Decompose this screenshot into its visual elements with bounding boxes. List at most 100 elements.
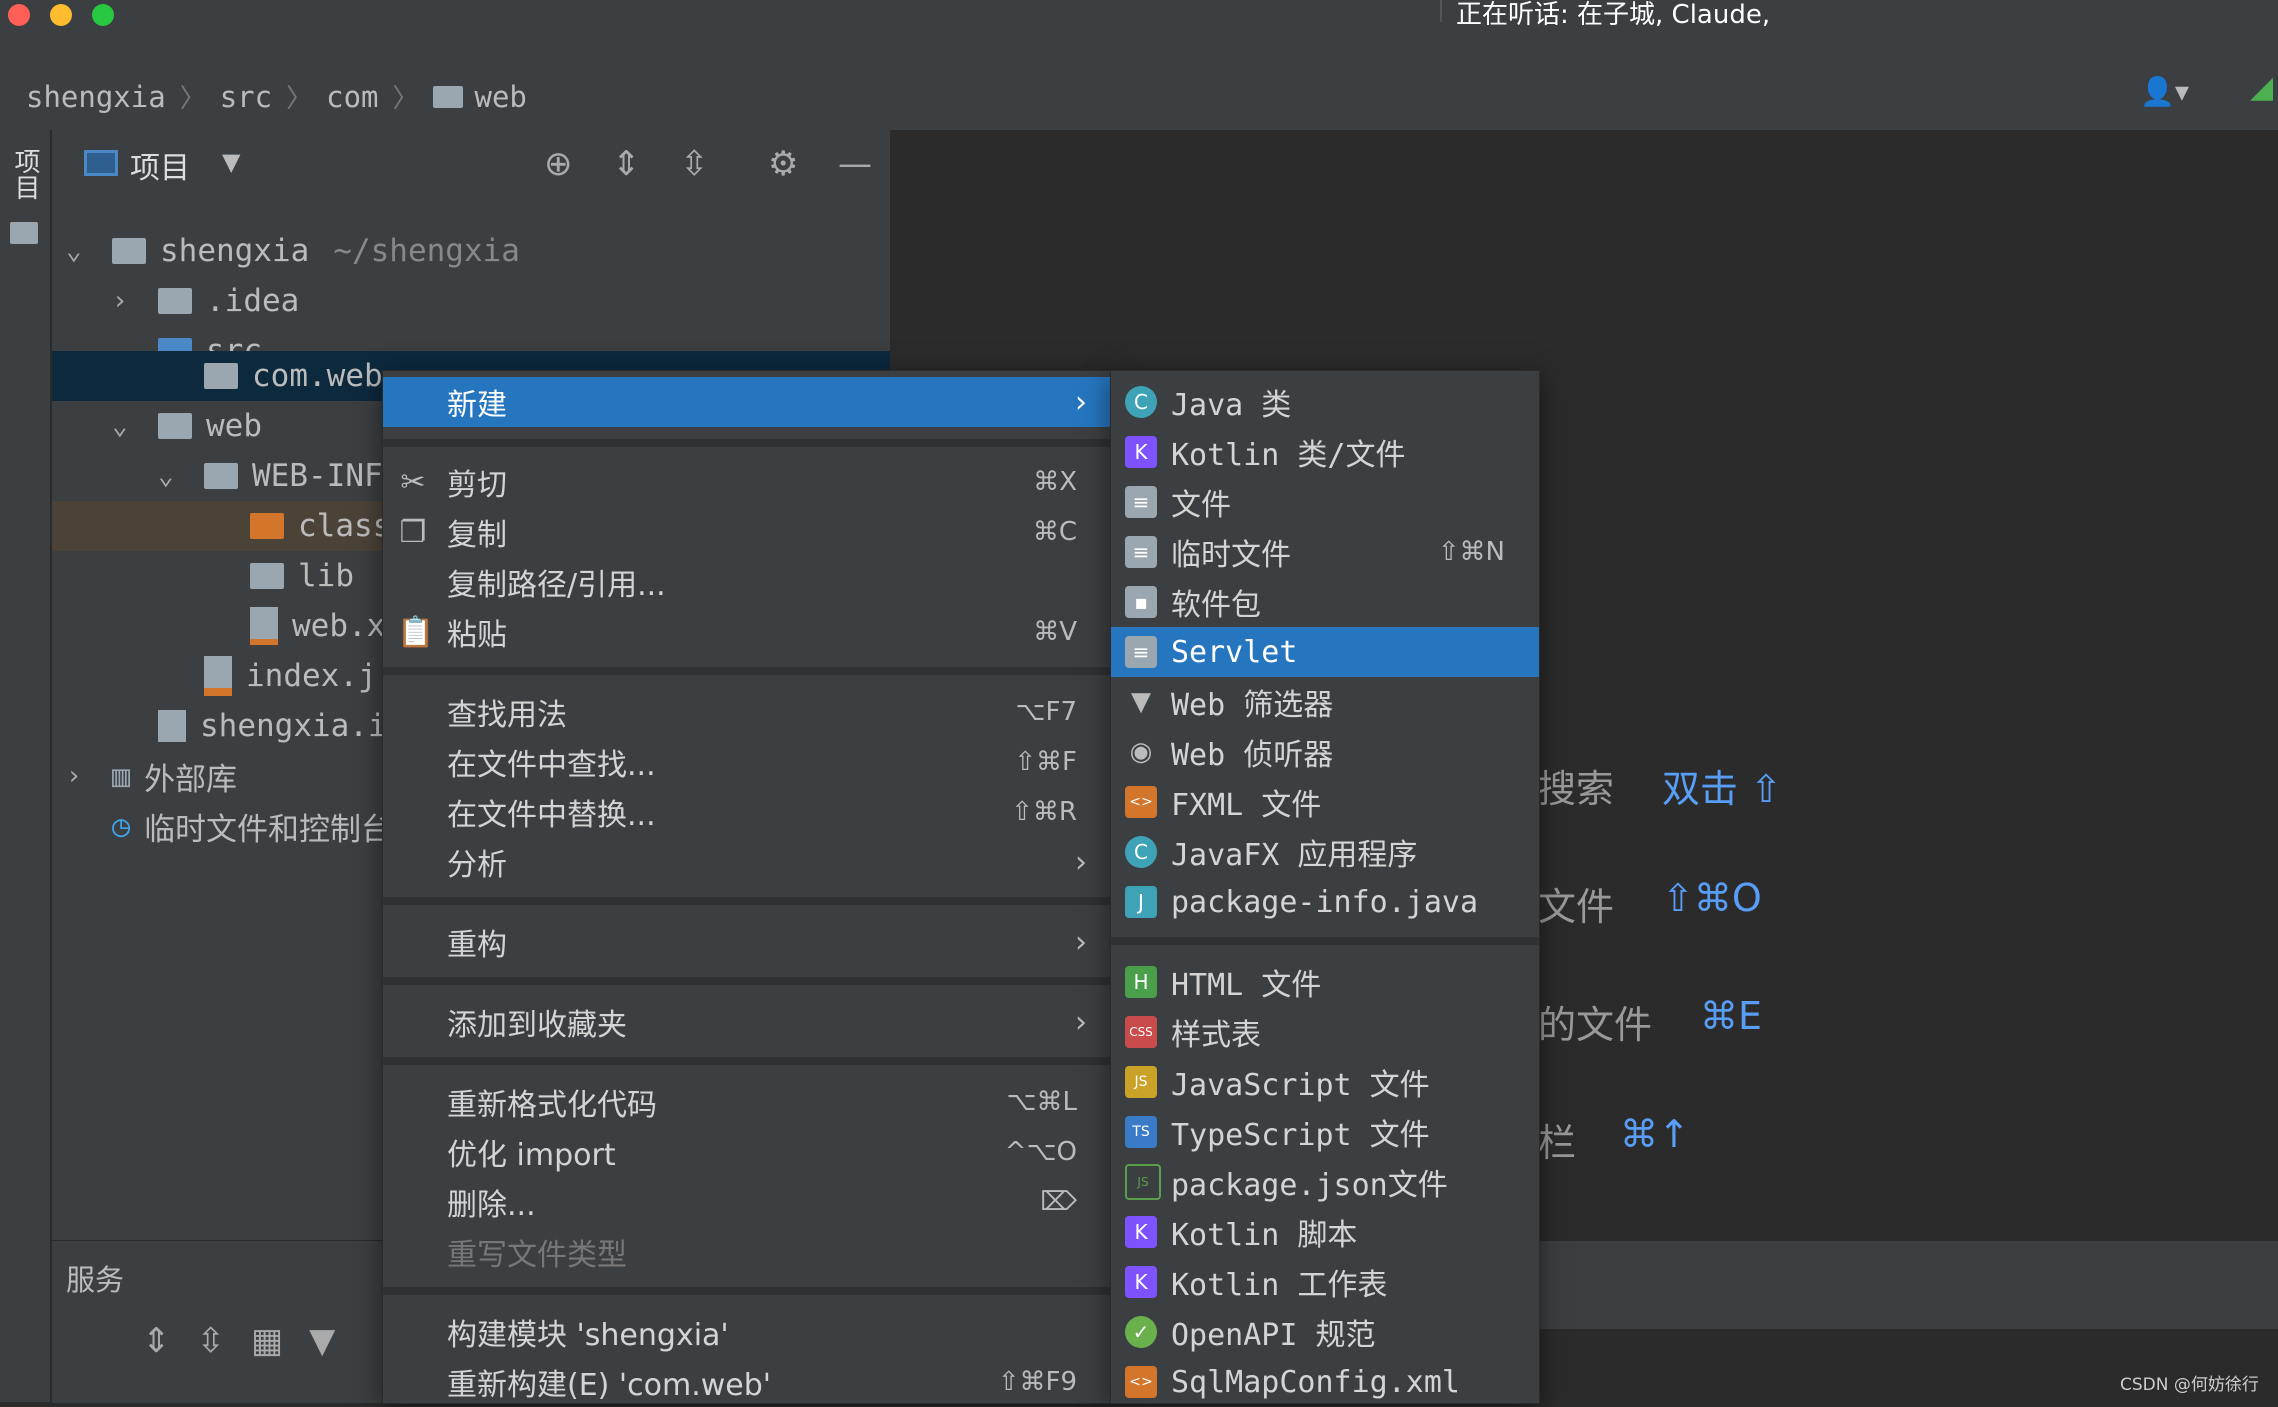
filter-icon: ▼	[1131, 687, 1151, 717]
module-folder-icon	[112, 238, 146, 264]
menu-item-reformat-code[interactable]: 重新格式化代码 ⌥⌘L	[383, 1077, 1111, 1127]
chevron-down-icon[interactable]: ▼	[222, 148, 240, 176]
js-file-icon: JS	[1125, 1066, 1157, 1098]
gear-icon[interactable]: ⚙	[768, 144, 798, 184]
hint-shortcut: 双击 ⇧	[1662, 767, 1782, 811]
tree-item-label: shengxia	[160, 233, 310, 269]
breadcrumb-item[interactable]: shengxia	[26, 80, 166, 114]
title-bar: 正在听话: 在子城, Claude,	[0, 0, 2278, 40]
submenu-item-java-class[interactable]: C Java 类	[1111, 377, 1539, 427]
chevron-down-icon[interactable]: ⌄	[158, 461, 174, 491]
submenu-item-scratch-file[interactable]: ≡ 临时文件 ⇧⌘N	[1111, 527, 1539, 577]
user-icon[interactable]: 👤▾	[2140, 75, 2189, 108]
tree-item-label: index.j	[246, 658, 377, 694]
watermark: CSDN @何妨徐行	[2120, 1375, 2259, 1395]
chevron-down-icon[interactable]: ⌄	[66, 236, 82, 266]
menu-item-copy[interactable]: ❐ 复制 ⌘C	[383, 507, 1111, 557]
menu-separator	[1111, 937, 1539, 945]
submenu-item-javafx-app[interactable]: C JavaFX 应用程序	[1111, 827, 1539, 877]
menu-item-delete[interactable]: 删除... ⌦	[383, 1177, 1111, 1227]
submenu-item-file[interactable]: ≡ 文件	[1111, 477, 1539, 527]
ts-file-icon: TS	[1125, 1116, 1157, 1148]
submenu-item-web-listener[interactable]: ◉ Web 侦听器	[1111, 727, 1539, 777]
menu-item-paste[interactable]: 📋 粘贴 ⌘V	[383, 607, 1111, 657]
submenu-item-kotlin-worksheet[interactable]: K Kotlin 工作表	[1111, 1257, 1539, 1307]
chevron-right-icon[interactable]: ›	[112, 286, 128, 316]
chevron-down-icon[interactable]: ⌄	[112, 411, 128, 441]
package-icon	[204, 363, 238, 389]
menu-item-replace-in-files[interactable]: 在文件中替换... ⇧⌘R	[383, 787, 1111, 837]
submenu-item-sqlmapconfig[interactable]: <> SqlMapConfig.xml	[1111, 1357, 1539, 1407]
xml-config-icon: <>	[1125, 1366, 1157, 1398]
submenu-item-fxml-file[interactable]: <> FXML 文件	[1111, 777, 1539, 827]
breadcrumb-item[interactable]: web	[475, 80, 527, 114]
locate-icon[interactable]: ⊕	[544, 144, 573, 184]
tree-item-label: shengxia.i	[200, 708, 387, 744]
submenu-item-html-file[interactable]: H HTML 文件	[1111, 957, 1539, 1007]
menu-item-find-in-files[interactable]: 在文件中查找... ⇧⌘F	[383, 737, 1111, 787]
breadcrumb-item[interactable]: src	[220, 80, 272, 114]
chevron-right-icon: 〉	[286, 84, 313, 114]
zoom-window-button[interactable]	[92, 4, 114, 26]
submenu-item-stylesheet[interactable]: CSS 样式表	[1111, 1007, 1539, 1057]
project-view-title[interactable]: 项目	[130, 143, 190, 187]
menu-item-shortcut: ⌦	[1040, 1187, 1077, 1217]
services-toolbar[interactable]: ⇕⇳▦▼	[142, 1321, 361, 1361]
submenu-item-servlet[interactable]: ≡ Servlet	[1111, 627, 1539, 677]
submenu-item-javascript-file[interactable]: JS JavaScript 文件	[1111, 1057, 1539, 1107]
menu-item-shortcut: ⇧⌘F9	[997, 1367, 1077, 1397]
menu-item-analyze[interactable]: 分析 ›	[383, 837, 1111, 887]
hint-label: 的文件	[1538, 1003, 1653, 1047]
menu-item-rebuild[interactable]: 重新构建(E) 'com.web' ⇧⌘F9	[383, 1357, 1111, 1407]
tree-item[interactable]: › .idea	[52, 276, 890, 326]
submenu-item-label: Kotlin 工作表	[1171, 1268, 1388, 1303]
submenu-item-kotlin-script[interactable]: K Kotlin 脚本	[1111, 1207, 1539, 1257]
tree-item[interactable]: ⌄ shengxia ~/shengxia	[52, 226, 890, 276]
menu-separator	[383, 1057, 1111, 1065]
hint-shortcut: ⌘↑	[1620, 1112, 1690, 1156]
excluded-folder-icon	[250, 513, 284, 539]
hint-label: 文件	[1538, 885, 1615, 929]
hide-icon[interactable]: —	[838, 144, 872, 184]
menu-item-build-module[interactable]: 构建模块 'shengxia'	[383, 1307, 1111, 1357]
menu-item-shortcut: ⌘V	[1033, 617, 1077, 647]
submenu-item-package-info[interactable]: J package-info.java	[1111, 877, 1539, 927]
menu-item-new[interactable]: 新建 ›	[383, 377, 1111, 427]
submenu-item-openapi[interactable]: ✓ OpenAPI 规范	[1111, 1307, 1539, 1357]
submenu-item-typescript-file[interactable]: TS TypeScript 文件	[1111, 1107, 1539, 1157]
expand-all-icon[interactable]: ⇕	[612, 144, 641, 184]
minimize-window-button[interactable]	[50, 4, 72, 26]
dictation-status: 正在听话: 在子城, Claude,	[1440, 0, 1784, 30]
submenu-item-kotlin-file[interactable]: K Kotlin 类/文件	[1111, 427, 1539, 477]
menu-item-find-usages[interactable]: 查找用法 ⌥F7	[383, 687, 1111, 737]
menu-item-add-to-favorites[interactable]: 添加到收藏夹 ›	[383, 997, 1111, 1047]
menu-item-optimize-imports[interactable]: 优化 import ^⌥O	[383, 1127, 1111, 1177]
submenu-item-web-filter[interactable]: ▼ Web 筛选器	[1111, 677, 1539, 727]
menu-item-refactor[interactable]: 重构 ›	[383, 917, 1111, 967]
submenu-item-label: Web 筛选器	[1171, 688, 1334, 723]
context-menu: 新建 › ✂ 剪切 ⌘X ❐ 复制 ⌘C 复制路径/引用... 📋 粘贴 ⌘V …	[382, 370, 1112, 1404]
collapse-all-icon[interactable]: ⇳	[680, 144, 709, 184]
project-view-icon	[84, 150, 118, 176]
submenu-item-label: Kotlin 脚本	[1171, 1218, 1358, 1253]
folder-icon	[204, 463, 238, 489]
submenu-item-label: 临时文件	[1171, 538, 1291, 573]
menu-item-shortcut: ⌥F7	[1015, 697, 1077, 727]
submenu-item-label: Servlet	[1171, 634, 1298, 670]
menu-item-copy-path[interactable]: 复制路径/引用...	[383, 557, 1111, 607]
jsp-file-icon	[204, 656, 232, 696]
submenu-item-package[interactable]: ▪ 软件包	[1111, 577, 1539, 627]
close-window-button[interactable]	[8, 4, 30, 26]
menu-item-shortcut: ⌘C	[1032, 517, 1077, 547]
menu-item-label: 优化 import	[447, 1138, 616, 1173]
chevron-right-icon[interactable]: ›	[66, 761, 82, 791]
breadcrumb-item[interactable]: com	[326, 80, 378, 114]
copy-icon: ❐	[399, 514, 427, 550]
build-hammer-icon[interactable]: ◢	[2250, 70, 2273, 105]
submenu-item-shortcut: ⇧⌘N	[1437, 537, 1505, 567]
menu-item-cut[interactable]: ✂ 剪切 ⌘X	[383, 457, 1111, 507]
submenu-item-package-json[interactable]: JS package.json文件	[1111, 1157, 1539, 1207]
hint-label: 搜索	[1538, 767, 1615, 811]
submenu-item-label: SqlMapConfig.xml	[1171, 1364, 1460, 1400]
project-tool-tab[interactable]: 项目	[6, 148, 44, 200]
